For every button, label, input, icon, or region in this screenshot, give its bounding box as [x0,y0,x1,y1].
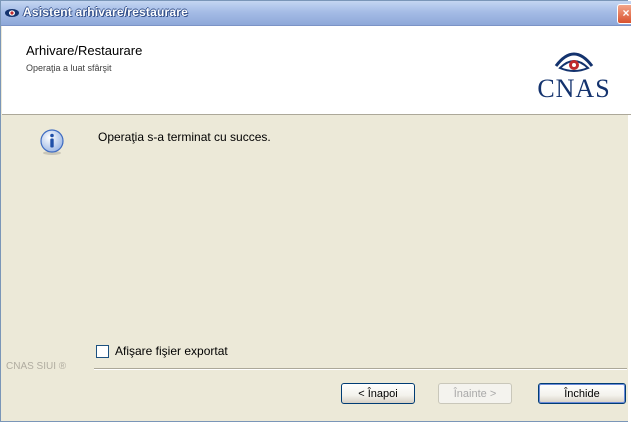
header-subtitle: Operaţia a luat sfârşit [26,63,112,73]
wizard-content: Operaţia s-a terminat cu succes. Afişare… [2,115,631,365]
title-bar[interactable]: Asistent arhivare/restaurare × [1,1,631,26]
footer-group-label: CNAS SIUI ® [6,361,67,372]
show-exported-file-option[interactable]: Afişare fişier exportat [96,344,228,358]
cnas-eye-icon [554,52,594,72]
next-button[interactable]: Înainte > [438,383,512,404]
window-title: Asistent arhivare/restaurare [23,5,189,19]
app-icon [5,9,19,17]
close-window-button[interactable]: × [617,4,631,24]
info-icon [40,129,64,155]
show-exported-file-checkbox[interactable] [96,344,109,358]
close-icon: × [622,6,630,20]
logo-text: CNAS [537,74,611,103]
wizard-header: Arhivare/Restaurare Operaţia a luat sfâr… [2,26,631,115]
cnas-logo: CNAS [526,44,622,110]
close-button[interactable]: Închide [538,383,626,404]
show-exported-file-label[interactable]: Afişare fişier exportat [115,344,228,358]
footer-divider [94,368,627,370]
header-title: Arhivare/Restaurare [26,43,143,58]
status-message: Operaţia s-a terminat cu succes. [98,130,271,144]
back-button[interactable]: < Înapoi [341,383,415,404]
wizard-window: Asistent arhivare/restaurare × Arhivare/… [0,0,631,422]
